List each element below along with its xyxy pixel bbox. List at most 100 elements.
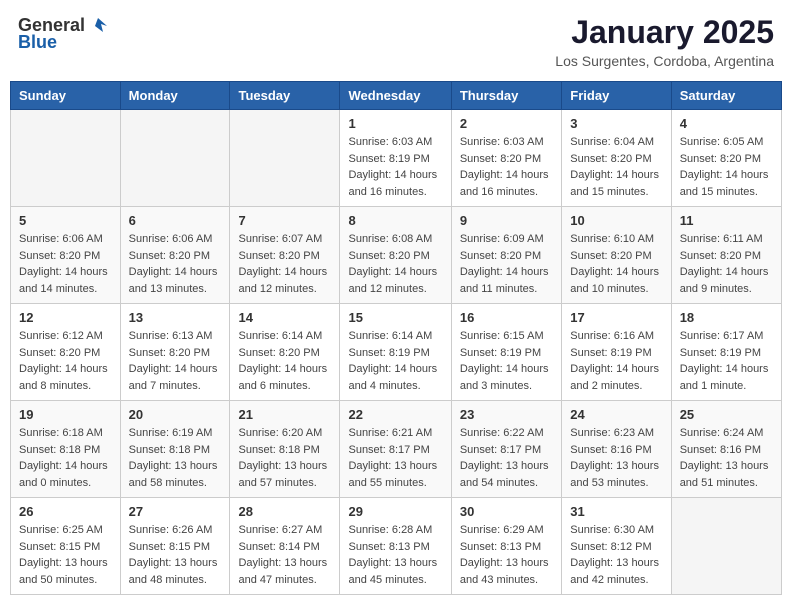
day-number: 15 <box>348 310 442 325</box>
page-header: General Blue January 2025 Los Surgentes,… <box>10 10 782 73</box>
day-info: Sunrise: 6:15 AM Sunset: 8:19 PM Dayligh… <box>460 328 553 394</box>
day-number: 9 <box>460 213 553 228</box>
day-number: 2 <box>460 116 553 131</box>
calendar-week-row: 5 Sunrise: 6:06 AM Sunset: 8:20 PM Daylig… <box>11 207 782 304</box>
calendar-cell: 17Sunrise: 6:16 AM Sunset: 8:19 PM Dayli… <box>562 304 671 401</box>
calendar-cell <box>671 498 781 595</box>
calendar-week-row: 19 Sunrise: 6:18 AM Sunset: 8:18 PM Dayli… <box>11 401 782 498</box>
day-number: 14 <box>238 310 331 325</box>
calendar-cell: 2 Sunrise: 6:03 AM Sunset: 8:20 PM Daylig… <box>451 110 561 207</box>
calendar-cell: 13Sunrise: 6:13 AM Sunset: 8:20 PM Dayli… <box>120 304 230 401</box>
location-subtitle: Los Surgentes, Cordoba, Argentina <box>555 53 774 69</box>
day-info: Sunrise: 6:24 AM Sunset: 8:16 PM Dayligh… <box>680 425 773 491</box>
day-number: 12 <box>19 310 112 325</box>
weekday-header-friday: Friday <box>562 82 671 110</box>
weekday-header-tuesday: Tuesday <box>230 82 340 110</box>
day-number: 13 <box>129 310 222 325</box>
calendar-cell: 25Sunrise: 6:24 AM Sunset: 8:16 PM Dayli… <box>671 401 781 498</box>
calendar-cell: 16Sunrise: 6:15 AM Sunset: 8:19 PM Dayli… <box>451 304 561 401</box>
day-info: Sunrise: 6:14 AM Sunset: 8:19 PM Dayligh… <box>348 328 442 394</box>
day-info: Sunrise: 6:03 AM Sunset: 8:20 PM Dayligh… <box>460 134 553 200</box>
day-number: 1 <box>348 116 442 131</box>
calendar-week-row: 12 Sunrise: 6:12 AM Sunset: 8:20 PM Dayli… <box>11 304 782 401</box>
day-number: 11 <box>680 213 773 228</box>
day-info: Sunrise: 6:09 AM Sunset: 8:20 PM Dayligh… <box>460 231 553 297</box>
day-info: Sunrise: 6:08 AM Sunset: 8:20 PM Dayligh… <box>348 231 442 297</box>
day-info: Sunrise: 6:16 AM Sunset: 8:19 PM Dayligh… <box>570 328 662 394</box>
calendar-cell: 10 Sunrise: 6:10 AM Sunset: 8:20 PM Dayli… <box>562 207 671 304</box>
calendar-cell: 24 Sunrise: 6:23 AM Sunset: 8:16 PM Dayli… <box>562 401 671 498</box>
day-info: Sunrise: 6:07 AM Sunset: 8:20 PM Dayligh… <box>238 231 331 297</box>
day-info: Sunrise: 6:11 AM Sunset: 8:20 PM Dayligh… <box>680 231 773 297</box>
day-number: 18 <box>680 310 773 325</box>
weekday-header-saturday: Saturday <box>671 82 781 110</box>
calendar-cell: 29Sunrise: 6:28 AM Sunset: 8:13 PM Dayli… <box>340 498 451 595</box>
calendar-cell: 11 Sunrise: 6:11 AM Sunset: 8:20 PM Dayli… <box>671 207 781 304</box>
day-number: 30 <box>460 504 553 519</box>
calendar-cell <box>230 110 340 207</box>
day-number: 28 <box>238 504 331 519</box>
day-info: Sunrise: 6:03 AM Sunset: 8:19 PM Dayligh… <box>348 134 442 200</box>
day-info: Sunrise: 6:26 AM Sunset: 8:15 PM Dayligh… <box>129 522 222 588</box>
calendar-cell: 12 Sunrise: 6:12 AM Sunset: 8:20 PM Dayli… <box>11 304 121 401</box>
day-info: Sunrise: 6:22 AM Sunset: 8:17 PM Dayligh… <box>460 425 553 491</box>
day-number: 19 <box>19 407 112 422</box>
calendar-cell: 20Sunrise: 6:19 AM Sunset: 8:18 PM Dayli… <box>120 401 230 498</box>
calendar-cell: 4 Sunrise: 6:05 AM Sunset: 8:20 PM Daylig… <box>671 110 781 207</box>
day-number: 23 <box>460 407 553 422</box>
day-number: 3 <box>570 116 662 131</box>
calendar-cell: 23 Sunrise: 6:22 AM Sunset: 8:17 PM Dayli… <box>451 401 561 498</box>
day-number: 5 <box>19 213 112 228</box>
day-number: 26 <box>19 504 112 519</box>
day-number: 27 <box>129 504 222 519</box>
calendar-cell: 28 Sunrise: 6:27 AM Sunset: 8:14 PM Dayli… <box>230 498 340 595</box>
day-info: Sunrise: 6:19 AM Sunset: 8:18 PM Dayligh… <box>129 425 222 491</box>
day-info: Sunrise: 6:12 AM Sunset: 8:20 PM Dayligh… <box>19 328 112 394</box>
weekday-header-sunday: Sunday <box>11 82 121 110</box>
weekday-header-wednesday: Wednesday <box>340 82 451 110</box>
calendar-cell: 8 Sunrise: 6:08 AM Sunset: 8:20 PM Daylig… <box>340 207 451 304</box>
calendar-cell: 26Sunrise: 6:25 AM Sunset: 8:15 PM Dayli… <box>11 498 121 595</box>
calendar-cell: 1 Sunrise: 6:03 AM Sunset: 8:19 PM Daylig… <box>340 110 451 207</box>
calendar-table: SundayMondayTuesdayWednesdayThursdayFrid… <box>10 81 782 595</box>
day-number: 8 <box>348 213 442 228</box>
day-info: Sunrise: 6:06 AM Sunset: 8:20 PM Dayligh… <box>129 231 222 297</box>
calendar-cell: 21 Sunrise: 6:20 AM Sunset: 8:18 PM Dayli… <box>230 401 340 498</box>
day-info: Sunrise: 6:05 AM Sunset: 8:20 PM Dayligh… <box>680 134 773 200</box>
day-number: 4 <box>680 116 773 131</box>
calendar-cell <box>120 110 230 207</box>
calendar-cell: 19 Sunrise: 6:18 AM Sunset: 8:18 PM Dayli… <box>11 401 121 498</box>
day-info: Sunrise: 6:30 AM Sunset: 8:12 PM Dayligh… <box>570 522 662 588</box>
weekday-header-thursday: Thursday <box>451 82 561 110</box>
calendar-cell <box>11 110 121 207</box>
day-info: Sunrise: 6:28 AM Sunset: 8:13 PM Dayligh… <box>348 522 442 588</box>
calendar-cell: 6 Sunrise: 6:06 AM Sunset: 8:20 PM Daylig… <box>120 207 230 304</box>
calendar-header-row: SundayMondayTuesdayWednesdayThursdayFrid… <box>11 82 782 110</box>
calendar-cell: 18Sunrise: 6:17 AM Sunset: 8:19 PM Dayli… <box>671 304 781 401</box>
day-info: Sunrise: 6:04 AM Sunset: 8:20 PM Dayligh… <box>570 134 662 200</box>
day-info: Sunrise: 6:20 AM Sunset: 8:18 PM Dayligh… <box>238 425 331 491</box>
calendar-cell: 5 Sunrise: 6:06 AM Sunset: 8:20 PM Daylig… <box>11 207 121 304</box>
calendar-cell: 9 Sunrise: 6:09 AM Sunset: 8:20 PM Daylig… <box>451 207 561 304</box>
day-info: Sunrise: 6:29 AM Sunset: 8:13 PM Dayligh… <box>460 522 553 588</box>
day-info: Sunrise: 6:06 AM Sunset: 8:20 PM Dayligh… <box>19 231 112 297</box>
day-number: 10 <box>570 213 662 228</box>
day-info: Sunrise: 6:14 AM Sunset: 8:20 PM Dayligh… <box>238 328 331 394</box>
title-section: January 2025 Los Surgentes, Cordoba, Arg… <box>555 14 774 69</box>
day-info: Sunrise: 6:21 AM Sunset: 8:17 PM Dayligh… <box>348 425 442 491</box>
calendar-week-row: 26Sunrise: 6:25 AM Sunset: 8:15 PM Dayli… <box>11 498 782 595</box>
calendar-cell: 31Sunrise: 6:30 AM Sunset: 8:12 PM Dayli… <box>562 498 671 595</box>
day-number: 21 <box>238 407 331 422</box>
day-info: Sunrise: 6:10 AM Sunset: 8:20 PM Dayligh… <box>570 231 662 297</box>
day-info: Sunrise: 6:27 AM Sunset: 8:14 PM Dayligh… <box>238 522 331 588</box>
calendar-week-row: 1 Sunrise: 6:03 AM Sunset: 8:19 PM Daylig… <box>11 110 782 207</box>
calendar-cell: 3 Sunrise: 6:04 AM Sunset: 8:20 PM Daylig… <box>562 110 671 207</box>
day-info: Sunrise: 6:18 AM Sunset: 8:18 PM Dayligh… <box>19 425 112 491</box>
day-number: 6 <box>129 213 222 228</box>
day-info: Sunrise: 6:23 AM Sunset: 8:16 PM Dayligh… <box>570 425 662 491</box>
day-number: 22 <box>348 407 442 422</box>
day-number: 24 <box>570 407 662 422</box>
logo: General Blue <box>18 14 109 53</box>
calendar-cell: 7Sunrise: 6:07 AM Sunset: 8:20 PM Daylig… <box>230 207 340 304</box>
calendar-cell: 27 Sunrise: 6:26 AM Sunset: 8:15 PM Dayli… <box>120 498 230 595</box>
